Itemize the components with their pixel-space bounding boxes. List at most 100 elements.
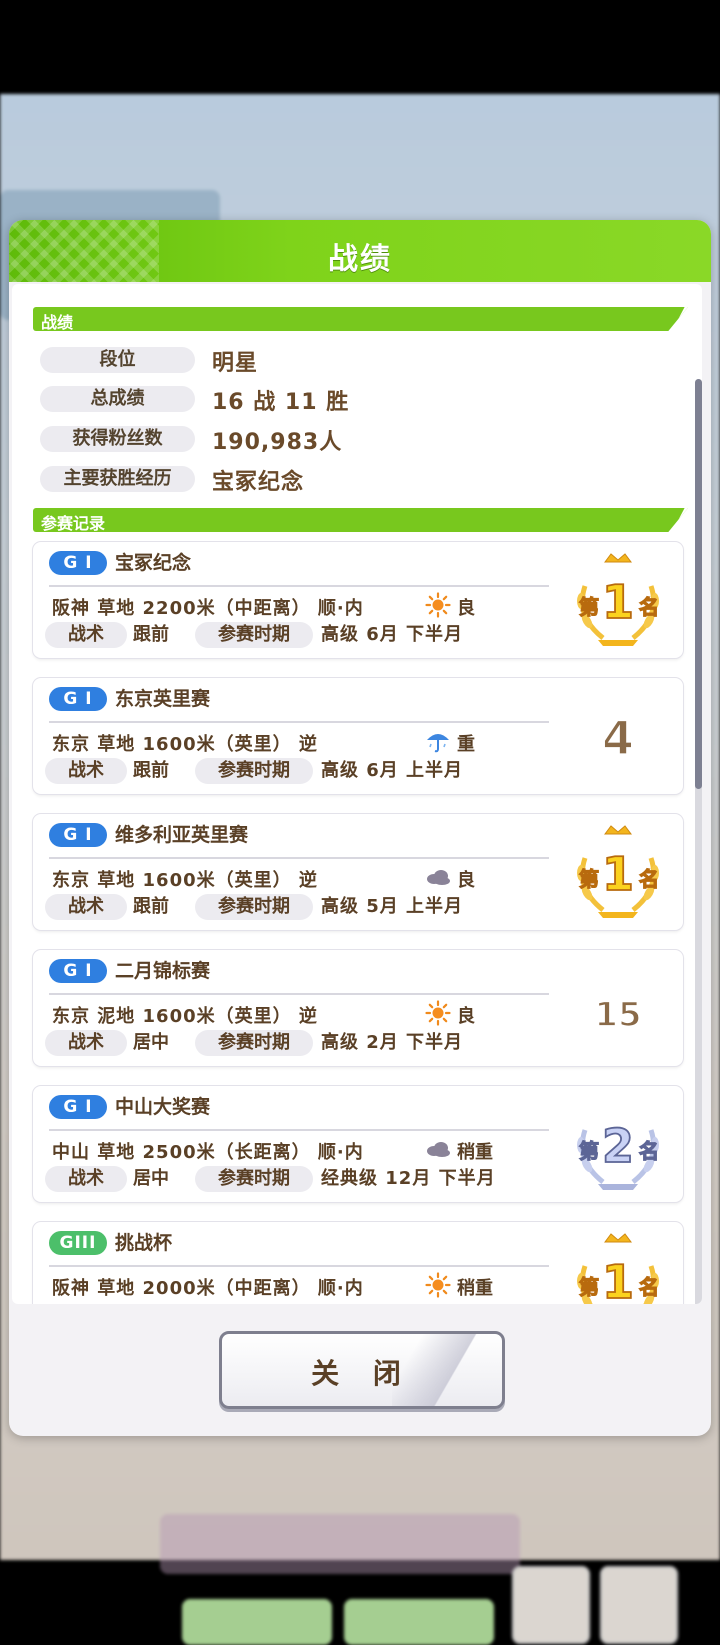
grade-badge: G I — [49, 959, 107, 983]
placement-badge: 第4名 — [563, 682, 673, 790]
tactic-label: 战术 — [45, 622, 127, 648]
svg-text:第: 第 — [579, 731, 599, 755]
dialog-title: 战绩 — [328, 242, 392, 277]
period-value: 高级 6月 下半月 — [321, 624, 464, 645]
section-title: 参赛记录 — [41, 514, 106, 533]
dialog-header: 战绩 — [9, 220, 711, 282]
race-name: 挑战杯 — [115, 1232, 173, 1254]
status-bar — [0, 0, 720, 94]
stat-label: 总成绩 — [40, 386, 195, 412]
race-course-info: 东京 草地 1600米（英里） 逆 — [52, 870, 318, 891]
race-name: 东京英里赛 — [115, 688, 211, 710]
race-name: 二月锦标赛 — [115, 960, 211, 982]
svg-text:2: 2 — [602, 1119, 634, 1173]
track-condition: 稍重 — [457, 1142, 493, 1163]
section-header-record: 战绩 — [33, 307, 688, 331]
scrollbar-thumb[interactable] — [695, 379, 702, 789]
cloudy-icon — [425, 864, 451, 890]
svg-text:4: 4 — [602, 711, 634, 765]
race-card[interactable]: G I 二月锦标赛 东京 泥地 1600米（英里） 逆 良战术 居中 参赛时期 高级 2月 … — [33, 950, 683, 1066]
svg-text:1: 1 — [602, 847, 634, 901]
placement-badge: 第1名 — [563, 546, 673, 654]
divider — [49, 993, 549, 995]
svg-text:名: 名 — [639, 1003, 659, 1027]
tactic-label: 战术 — [45, 758, 127, 784]
svg-text:名: 名 — [639, 595, 659, 619]
stat-value: 190,983人 — [212, 430, 343, 455]
divider — [49, 1129, 549, 1131]
svg-text:名: 名 — [639, 1139, 659, 1163]
period-value: 高级 5月 上半月 — [321, 896, 464, 917]
divider — [49, 857, 549, 859]
dialog-content[interactable]: 战绩 段位 明星 总成绩 16 战 11 胜 获得粉丝数 190,983人 主要… — [12, 284, 702, 1304]
background-characters — [160, 1514, 520, 1574]
period-value: 高级 6月 上半月 — [321, 760, 464, 781]
tactic-value: 居中 — [133, 1032, 169, 1053]
sunny-icon — [425, 592, 451, 618]
period-label: 参赛时期 — [195, 622, 313, 648]
race-name: 维多利亚英里赛 — [115, 824, 249, 846]
race-name: 中山大奖赛 — [115, 1096, 211, 1118]
background-button — [344, 1599, 494, 1645]
tactic-value: 跟前 — [133, 760, 169, 781]
race-card[interactable]: G I 中山大奖赛 中山 草地 2500米（长距离） 顺·内 稍重 战术 居中 参赛时期 经典… — [33, 1086, 683, 1202]
close-button-label: 关 闭 — [311, 1357, 413, 1390]
grade-badge: G I — [49, 551, 107, 575]
grade-badge: G I — [49, 687, 107, 711]
track-condition: 重 — [457, 734, 475, 755]
stat-value: 明星 — [212, 351, 259, 376]
grade-badge: GIII — [49, 1231, 107, 1255]
track-condition: 稍重 — [457, 1278, 493, 1299]
race-name: 宝冢纪念 — [115, 552, 192, 574]
stat-label: 段位 — [40, 347, 195, 373]
stat-value: 宝冢纪念 — [212, 470, 305, 495]
race-card[interactable]: G I 宝冢纪念 阪神 草地 2200米（中距离） 顺·内 良战术 跟前 参赛时期 高级 6… — [33, 542, 683, 658]
section-header-races: 参赛记录 — [33, 508, 688, 532]
race-course-info: 阪神 草地 2000米（中距离） 顺·内 — [52, 1278, 364, 1299]
race-card[interactable]: G I 维多利亚英里赛东京 草地 1600米（英里） 逆 良战术 跟前 参赛时期 高级 5… — [33, 814, 683, 930]
rain-icon — [425, 728, 451, 754]
divider — [49, 1265, 549, 1267]
stat-value: 16 战 11 胜 — [212, 390, 350, 415]
cloudy-icon — [425, 1136, 451, 1162]
placement-badge: 第2名 — [563, 1090, 673, 1198]
svg-text:第: 第 — [579, 1139, 599, 1163]
race-card[interactable]: GIII 挑战杯阪神 草地 2000米（中距离） 顺·内 稍重 第 1 名 — [33, 1222, 683, 1304]
race-card[interactable]: G I 东京英里赛东京 草地 1600米（英里） 逆 重战术 跟前 参赛时期 高级 6月 … — [33, 678, 683, 794]
period-value: 经典级 12月 下半月 — [321, 1168, 496, 1189]
grade-badge: G I — [49, 1095, 107, 1119]
placement-badge: 第 15 名 — [563, 954, 673, 1062]
tactic-label: 战术 — [45, 1166, 127, 1192]
period-label: 参赛时期 — [195, 1166, 313, 1192]
sunny-icon — [425, 1000, 451, 1026]
background-menu-button — [600, 1566, 678, 1644]
record-dialog: 战绩 战绩 段位 明星 总成绩 16 战 11 胜 获得粉丝数 190,983人… — [9, 220, 711, 1436]
divider — [49, 721, 549, 723]
divider — [49, 585, 549, 587]
track-condition: 良 — [457, 598, 475, 619]
close-button[interactable]: 关 闭 — [219, 1331, 505, 1409]
track-condition: 良 — [457, 870, 475, 891]
tactic-label: 战术 — [45, 894, 127, 920]
svg-text:名: 名 — [639, 1275, 659, 1299]
grade-badge: G I — [49, 823, 107, 847]
tactic-value: 跟前 — [133, 896, 169, 917]
background-button — [182, 1599, 332, 1645]
placement-badge: 第1名 — [563, 1226, 673, 1304]
race-course-info: 阪神 草地 2200米（中距离） 顺·内 — [52, 598, 364, 619]
race-course-info: 东京 草地 1600米（英里） 逆 — [52, 734, 318, 755]
placement-badge: 第1名 — [563, 818, 673, 926]
sunny-icon — [425, 1272, 451, 1298]
period-label: 参赛时期 — [195, 758, 313, 784]
period-value: 高级 2月 下半月 — [321, 1032, 464, 1053]
tactic-value: 居中 — [133, 1168, 169, 1189]
svg-text:1: 1 — [602, 575, 634, 629]
svg-text:名: 名 — [639, 731, 659, 755]
section-title: 战绩 — [41, 313, 74, 332]
svg-text:第: 第 — [579, 1275, 599, 1299]
period-label: 参赛时期 — [195, 894, 313, 920]
stat-label: 获得粉丝数 — [40, 426, 195, 452]
svg-text:15: 15 — [594, 995, 641, 1035]
svg-text:名: 名 — [639, 867, 659, 891]
svg-text:第: 第 — [579, 595, 599, 619]
